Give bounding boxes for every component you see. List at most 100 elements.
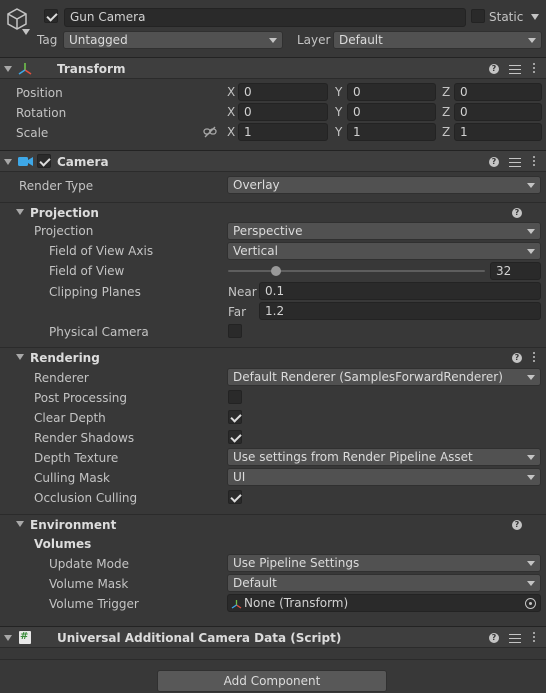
render-type-value: Overlay <box>233 178 280 192</box>
rotation-label: Rotation <box>16 106 67 120</box>
scale-y-axis[interactable]: Y <box>335 124 342 140</box>
chevron-down-icon <box>527 455 535 460</box>
physical-camera-checkbox[interactable] <box>228 324 242 338</box>
position-x-axis[interactable]: X <box>227 84 235 100</box>
chevron-down-icon <box>269 38 277 43</box>
help-icon[interactable]: ? <box>512 353 522 363</box>
camera-enabled-toggle[interactable] <box>37 154 51 168</box>
more-options-icon[interactable] <box>533 352 536 363</box>
help-icon[interactable]: ? <box>489 64 499 74</box>
projection-dropdown[interactable]: Perspective <box>227 222 541 240</box>
foldout-arrow-icon[interactable] <box>4 66 12 72</box>
render-type-label: Render Type <box>19 179 94 193</box>
render-type-dropdown[interactable]: Overlay <box>227 176 541 194</box>
foldout-arrow-icon[interactable] <box>16 521 24 527</box>
more-options-icon[interactable] <box>533 63 536 74</box>
tag-dropdown[interactable]: Untagged <box>63 31 283 49</box>
clear-depth-checkbox[interactable] <box>228 410 242 424</box>
chevron-down-icon <box>527 475 535 480</box>
scale-z-field[interactable]: 1 <box>454 123 542 141</box>
active-toggle[interactable] <box>44 9 58 23</box>
depth-texture-dropdown[interactable]: Use settings from Render Pipeline Asset <box>227 448 541 466</box>
chevron-down-icon <box>528 38 536 43</box>
rotation-x-field[interactable]: 0 <box>238 103 328 121</box>
projection-title: Projection <box>30 206 99 220</box>
fov-axis-dropdown[interactable]: Vertical <box>227 242 541 260</box>
clear-depth-label: Clear Depth <box>34 411 106 425</box>
presets-icon[interactable] <box>509 64 521 74</box>
foldout-arrow-icon[interactable] <box>16 209 24 215</box>
rotation-z-field[interactable]: 0 <box>454 103 542 121</box>
object-name-field[interactable]: Gun Camera <box>64 8 466 27</box>
object-picker-icon[interactable] <box>525 598 536 609</box>
script-icon: # <box>19 631 31 644</box>
help-icon[interactable]: ? <box>489 633 499 643</box>
link-icon[interactable] <box>203 126 217 138</box>
more-options-icon[interactable] <box>533 156 536 167</box>
far-field[interactable]: 1.2 <box>259 302 541 320</box>
add-component-button[interactable]: Add Component <box>157 670 387 692</box>
fov-field[interactable]: 32 <box>490 262 541 280</box>
help-icon[interactable]: ? <box>489 157 499 167</box>
projection-section-header[interactable]: Projection ? <box>0 202 546 222</box>
volume-mask-value: Default <box>233 576 277 590</box>
foldout-arrow-icon[interactable] <box>4 635 12 641</box>
scale-y-field[interactable]: 1 <box>347 123 436 141</box>
position-z-field[interactable]: 0 <box>454 83 542 101</box>
renderer-value: Default Renderer (SamplesForwardRenderer… <box>233 370 503 384</box>
scale-x-field[interactable]: 1 <box>238 123 328 141</box>
layer-dropdown[interactable]: Default <box>333 31 542 49</box>
scale-label: Scale <box>16 126 49 140</box>
environment-section-header[interactable]: Environment ? <box>0 514 546 534</box>
renderer-dropdown[interactable]: Default Renderer (SamplesForwardRenderer… <box>227 368 541 386</box>
transform-header[interactable]: Transform ? <box>0 57 546 79</box>
position-z-axis[interactable]: Z <box>442 84 450 100</box>
rotation-z-axis[interactable]: Z <box>442 104 450 120</box>
foldout-arrow-icon[interactable] <box>4 159 12 165</box>
help-icon[interactable]: ? <box>512 208 522 218</box>
volume-mask-dropdown[interactable]: Default <box>227 574 541 592</box>
environment-title: Environment <box>30 518 117 532</box>
position-y-axis[interactable]: Y <box>335 84 342 100</box>
additional-camera-data-header[interactable]: # Universal Additional Camera Data (Scri… <box>0 626 546 648</box>
transform-icon <box>17 61 33 77</box>
fov-slider-track[interactable] <box>228 270 485 272</box>
update-mode-value: Use Pipeline Settings <box>233 556 360 570</box>
fov-label: Field of View <box>49 264 125 278</box>
render-shadows-checkbox[interactable] <box>228 430 242 444</box>
component-divider <box>0 659 546 660</box>
rotation-y-axis[interactable]: Y <box>335 104 342 120</box>
near-field[interactable]: 0.1 <box>259 282 541 300</box>
post-processing-checkbox[interactable] <box>228 390 242 404</box>
update-mode-dropdown[interactable]: Use Pipeline Settings <box>227 554 541 572</box>
depth-texture-value: Use settings from Render Pipeline Asset <box>233 450 473 464</box>
chevron-down-icon <box>527 249 535 254</box>
scale-x-axis[interactable]: X <box>227 124 235 140</box>
tag-value: Untagged <box>69 33 128 47</box>
help-icon[interactable]: ? <box>512 520 522 530</box>
rendering-section-header[interactable]: Rendering ? <box>0 347 546 367</box>
rotation-x-axis[interactable]: X <box>227 104 235 120</box>
presets-icon[interactable] <box>509 157 521 167</box>
culling-mask-dropdown[interactable]: UI <box>227 468 541 486</box>
occlusion-culling-checkbox[interactable] <box>228 490 242 504</box>
projection-value: Perspective <box>233 224 303 238</box>
volume-trigger-field[interactable]: None (Transform) <box>227 594 541 612</box>
more-options-icon[interactable] <box>533 632 536 643</box>
volumes-heading: Volumes <box>34 537 92 551</box>
camera-icon <box>18 156 34 167</box>
chevron-down-icon <box>527 183 535 188</box>
gameobject-icon-dropdown[interactable] <box>22 29 30 35</box>
static-dropdown[interactable] <box>531 14 539 20</box>
rotation-y-field[interactable]: 0 <box>347 103 436 121</box>
scale-z-axis[interactable]: Z <box>442 124 450 140</box>
fov-slider-handle[interactable] <box>271 266 281 276</box>
foldout-arrow-icon[interactable] <box>16 354 24 360</box>
presets-icon[interactable] <box>509 633 521 643</box>
update-mode-label: Update Mode <box>49 557 129 571</box>
position-y-field[interactable]: 0 <box>347 83 436 101</box>
chevron-down-icon <box>527 229 535 234</box>
position-x-field[interactable]: 0 <box>238 83 328 101</box>
static-toggle[interactable] <box>471 9 485 23</box>
camera-header[interactable]: Camera ? <box>0 150 546 172</box>
